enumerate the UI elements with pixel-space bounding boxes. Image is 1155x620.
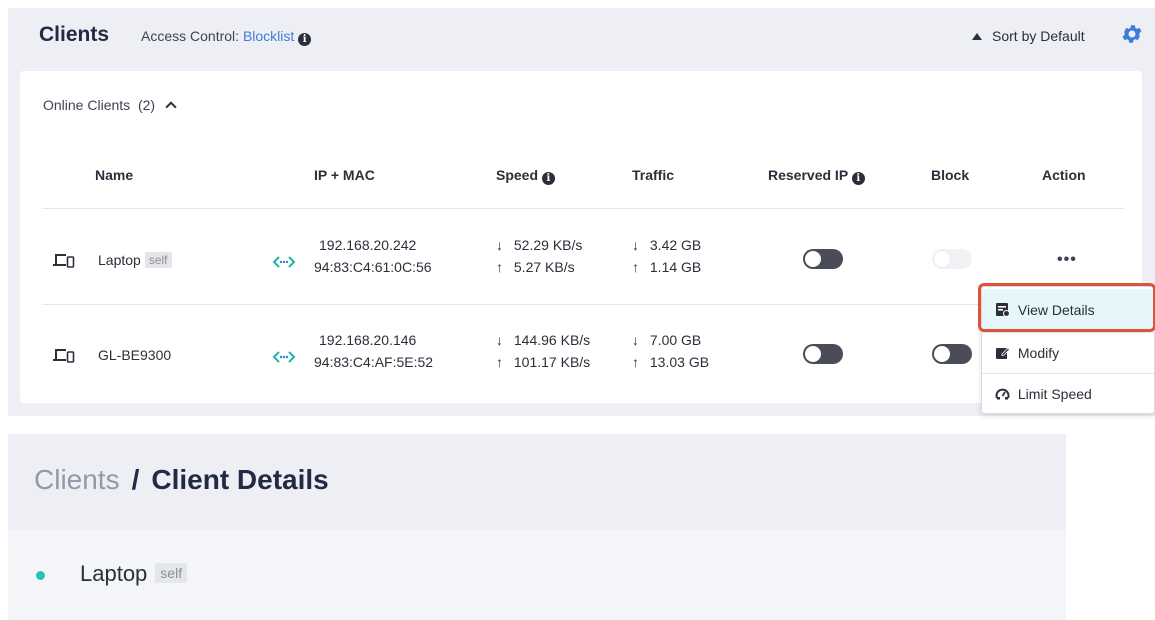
- gear-icon[interactable]: [1120, 22, 1144, 46]
- speedometer-icon: [995, 388, 1010, 400]
- page-title: Clients: [39, 23, 110, 46]
- column-speed: Speed i: [496, 167, 555, 185]
- arrow-down-icon: ↓: [496, 237, 503, 253]
- column-name: Name: [95, 167, 134, 183]
- client-title-name: Laptop: [80, 561, 148, 586]
- self-badge: self: [155, 563, 188, 583]
- traffic-down: 7.00 GB: [649, 332, 702, 348]
- divider: [43, 208, 1124, 209]
- triangle-up-icon: [972, 33, 982, 40]
- column-ip-mac: IP + MAC: [314, 167, 375, 183]
- client-title: Laptop self: [80, 561, 188, 587]
- block-toggle[interactable]: [932, 344, 972, 364]
- traffic: ↓ 3.42 GB ↑ 1.14 GB: [632, 234, 701, 278]
- traffic-down: 3.42 GB: [649, 237, 702, 253]
- edit-icon: [996, 347, 1011, 359]
- menu-item-label: Limit Speed: [1017, 386, 1092, 402]
- online-clients-count: (2): [137, 97, 156, 113]
- column-traffic: Traffic: [632, 167, 675, 183]
- speed: ↓ 52.29 KB/s ↑ 5.27 KB/s: [496, 234, 582, 278]
- ip-address: 192.168.20.146: [319, 332, 417, 348]
- speed-down: 144.96 KB/s: [513, 332, 591, 348]
- speed-down: 52.29 KB/s: [513, 237, 583, 253]
- arrow-down-icon: ↓: [632, 237, 639, 253]
- traffic-up: 13.03 GB: [649, 354, 710, 370]
- more-actions-button[interactable]: •••: [1057, 251, 1077, 269]
- access-control-label: Access Control:: [141, 28, 243, 44]
- block-toggle[interactable]: [932, 249, 972, 269]
- menu-item-limit-speed[interactable]: Limit Speed: [982, 373, 1154, 415]
- online-clients-label: Online Clients: [43, 97, 131, 113]
- traffic: ↓ 7.00 GB ↑ 13.03 GB: [632, 329, 709, 373]
- online-status-dot: [36, 571, 45, 580]
- arrow-up-icon: ↑: [632, 354, 639, 370]
- toggle-knob: [805, 346, 821, 362]
- mac-address: 94:83:C4:61:0C:56: [314, 259, 432, 275]
- client-name[interactable]: GL-BE9300: [98, 347, 171, 363]
- connection-icon: [272, 256, 296, 268]
- menu-item-modify[interactable]: Modify: [982, 332, 1154, 374]
- speed: ↓ 144.96 KB/s ↑ 101.17 KB/s: [496, 329, 590, 373]
- ip-mac: 192.168.20.242 94:83:C4:61:0C:56: [314, 234, 432, 278]
- laptop-phone-icon: [53, 254, 75, 268]
- divider: [43, 304, 1124, 305]
- online-clients-toggle[interactable]: Online Clients (2): [43, 97, 177, 113]
- column-action: Action: [1042, 167, 1086, 183]
- column-speed-label: Speed: [496, 167, 539, 183]
- client-name[interactable]: Laptop self: [98, 252, 172, 268]
- menu-item-label: Modify: [1017, 345, 1060, 361]
- breadcrumb-separator: /: [131, 464, 140, 495]
- ip-address: 192.168.20.242: [319, 237, 417, 253]
- connection-icon: [272, 351, 296, 363]
- info-icon[interactable]: i: [298, 33, 312, 46]
- arrow-up-icon: ↑: [496, 354, 503, 370]
- speed-up: 5.27 KB/s: [513, 259, 575, 275]
- column-reserved-ip: Reserved IP i: [768, 167, 865, 185]
- reserved-ip-toggle[interactable]: [803, 249, 843, 269]
- breadcrumb-parent[interactable]: Clients: [34, 464, 120, 495]
- laptop-phone-icon: [53, 349, 75, 363]
- breadcrumb: Clients / Client Details: [34, 464, 329, 496]
- client-name-label: Laptop: [98, 252, 141, 268]
- sort-label: Sort by Default: [992, 28, 1085, 44]
- online-clients-card: Online Clients (2) Name IP + MAC Speed i…: [20, 71, 1142, 403]
- column-block: Block: [931, 167, 970, 183]
- toggle-knob: [805, 251, 821, 267]
- info-icon[interactable]: i: [541, 172, 555, 185]
- toggle-knob: [934, 346, 950, 362]
- traffic-up: 1.14 GB: [649, 259, 702, 275]
- reserved-ip-toggle[interactable]: [803, 344, 843, 364]
- self-badge: self: [144, 252, 172, 268]
- toggle-knob: [934, 251, 950, 267]
- access-control-link[interactable]: Blocklist: [243, 28, 294, 44]
- breadcrumb-current: Client Details: [151, 464, 329, 495]
- highlight-box: [978, 283, 1155, 332]
- mac-address: 94:83:C4:AF:5E:52: [314, 354, 434, 370]
- sort-dropdown[interactable]: Sort by Default: [972, 28, 1085, 44]
- ip-mac: 192.168.20.146 94:83:C4:AF:5E:52: [314, 329, 433, 373]
- access-control: Access Control: Blocklist i: [141, 28, 312, 46]
- clients-header: Clients Access Control: Blocklist i Sort…: [8, 8, 1155, 64]
- chevron-up-icon: [165, 101, 177, 113]
- arrow-down-icon: ↓: [496, 332, 503, 348]
- arrow-up-icon: ↑: [496, 259, 503, 275]
- arrow-up-icon: ↑: [632, 259, 639, 275]
- client-details-header: Clients / Client Details: [8, 434, 1066, 530]
- client-details-body: Laptop self: [8, 530, 1066, 620]
- info-icon[interactable]: i: [851, 172, 865, 185]
- speed-up: 101.17 KB/s: [513, 354, 591, 370]
- column-reserved-ip-label: Reserved IP: [768, 167, 848, 183]
- arrow-down-icon: ↓: [632, 332, 639, 348]
